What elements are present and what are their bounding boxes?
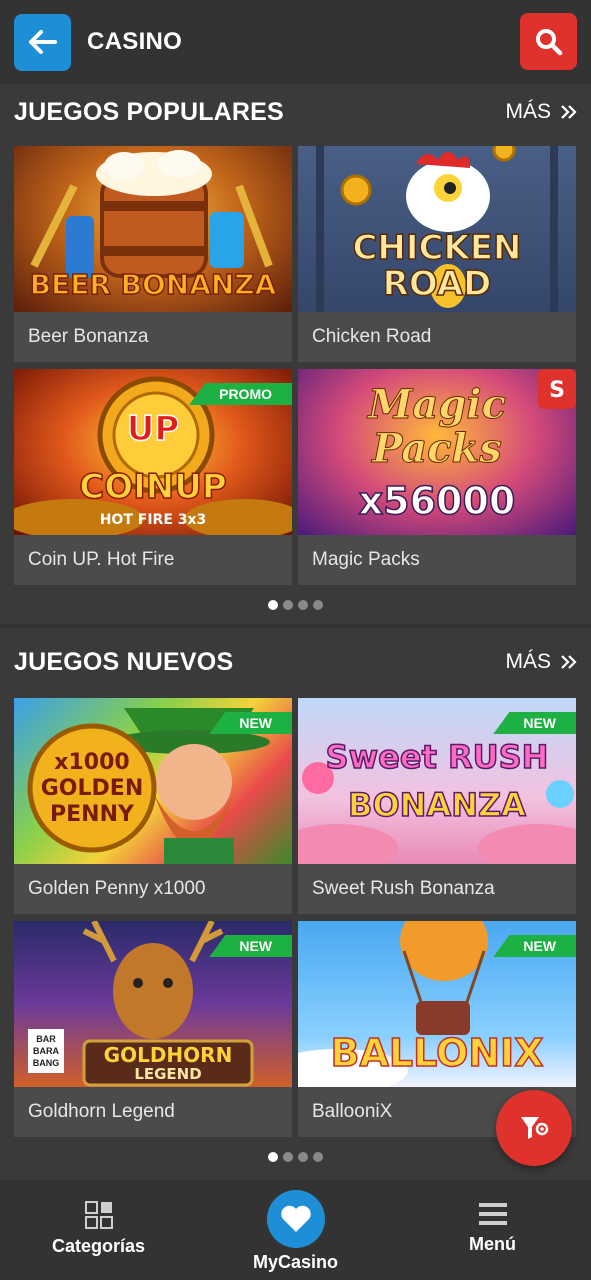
page-dot[interactable] (298, 1152, 308, 1162)
game-logo-subtext: LEGEND (134, 1065, 202, 1083)
app-header: CASINO (0, 0, 591, 84)
game-thumbnail: BAR BARA BANG GOLDHORN LEGEND NEW (14, 921, 292, 1087)
game-thumbnail: UP COINUP HOT FIRE 3x3 PROMO (14, 369, 292, 535)
game-card-goldhorn-legend[interactable]: BAR BARA BANG GOLDHORN LEGEND NEW Goldhorn… (14, 921, 292, 1137)
game-thumbnail: x1000 GOLDEN PENNY NEW (14, 698, 292, 864)
game-name: Sweet Rush Bonanza (312, 878, 495, 899)
game-logo-subtext: HOT FIRE 3x3 (99, 512, 207, 528)
heart-button (266, 1190, 325, 1248)
double-chevron-right-icon (561, 105, 577, 119)
section-title: JUEGOS NUEVOS (14, 647, 234, 676)
game-card-beer-bonanza[interactable]: BEER BONANZA Beer Bonanza (14, 146, 292, 362)
popular-pagination (0, 600, 591, 610)
page-dot[interactable] (268, 1152, 278, 1162)
game-logo-text: COINUP (79, 466, 228, 508)
game-name: BallooniX (312, 1101, 393, 1122)
search-icon (535, 28, 562, 55)
heart-icon (280, 1205, 311, 1232)
game-logo-text: CHICKEN ROAD (352, 228, 523, 304)
page-dot[interactable] (313, 1152, 323, 1162)
game-thumbnail: BEER BONANZA (14, 146, 292, 312)
section-title: JUEGOS POPULARES (14, 97, 284, 126)
game-name: Magic Packs (312, 549, 420, 570)
game-card-magic-packs[interactable]: S Magic Packs x56000 Magic Packs (298, 369, 576, 585)
page-dot[interactable] (313, 600, 323, 610)
new-games-section: JUEGOS NUEVOS MÁS x1000 GOLDEN PENNY NEW… (0, 628, 591, 1178)
game-thumbnail: Sweet RUSH BONANZA NEW (298, 698, 576, 864)
more-new-link[interactable]: MÁS (505, 650, 577, 674)
game-logo-subtext: BONANZA (347, 785, 526, 825)
page-dot[interactable] (283, 600, 293, 610)
game-thumbnail: BALLONIX NEW (298, 921, 576, 1087)
game-logo-text: Sweet RUSH (325, 737, 549, 777)
game-name: Chicken Road (312, 326, 432, 347)
game-card-chicken-road[interactable]: CHICKEN ROAD Chicken Road (298, 146, 576, 362)
game-card-golden-penny[interactable]: x1000 GOLDEN PENNY NEW Golden Penny x100… (14, 698, 292, 914)
promo-badge: PROMO (189, 383, 292, 405)
back-button[interactable] (14, 13, 71, 71)
grid-icon (84, 1201, 113, 1229)
filter-fab-button[interactable] (496, 1090, 572, 1166)
game-logo-text: BALLONIX (330, 1030, 545, 1076)
game-thumbnail: S Magic Packs x56000 (298, 369, 576, 535)
more-label: MÁS (505, 650, 551, 673)
game-card-coin-up[interactable]: UP COINUP HOT FIRE 3x3 PROMO Coin UP. Ho… (14, 369, 292, 585)
game-name: Goldhorn Legend (28, 1101, 175, 1122)
game-logo-text: x1000 GOLDEN PENNY (40, 750, 144, 827)
game-logo-text: Magic Packs (368, 381, 507, 472)
provider-logo: BAR BARA BANG (32, 1034, 60, 1068)
nav-label: MyCasino (252, 1252, 339, 1272)
filter-settings-icon (521, 1117, 549, 1139)
page-dot[interactable] (283, 1152, 293, 1162)
nav-mycasino[interactable]: MyCasino (197, 1180, 394, 1280)
hamburger-menu-icon (478, 1203, 507, 1225)
game-logo-text: GOLDHORN (103, 1043, 233, 1067)
game-logo-subtext: x56000 (358, 478, 516, 524)
search-button[interactable] (520, 13, 577, 70)
page-title: CASINO (87, 28, 183, 55)
new-pagination (0, 1152, 591, 1162)
game-name: Beer Bonanza (28, 326, 149, 347)
game-name: Golden Penny x1000 (28, 878, 206, 899)
page-dot[interactable] (268, 600, 278, 610)
double-chevron-right-icon (561, 655, 577, 669)
arrow-left-icon (28, 30, 57, 54)
bottom-navigation: Categorías MyCasino Menú (0, 1180, 591, 1280)
nav-categories[interactable]: Categorías (0, 1180, 197, 1280)
nav-label: Menú (469, 1234, 516, 1254)
game-name: Coin UP. Hot Fire (28, 549, 175, 570)
game-card-sweet-rush-bonanza[interactable]: Sweet RUSH BONANZA NEW Sweet Rush Bonanz… (298, 698, 576, 914)
page-dot[interactable] (298, 600, 308, 610)
more-popular-link[interactable]: MÁS (505, 100, 577, 124)
more-label: MÁS (505, 100, 551, 123)
nav-menu[interactable]: Menú (394, 1180, 591, 1280)
game-logo-text: BEER BONANZA (29, 267, 277, 302)
nav-label: Categorías (51, 1236, 146, 1256)
game-thumbnail: CHICKEN ROAD (298, 146, 576, 312)
popular-games-section: JUEGOS POPULARES MÁS BEER BONANZA Beer B… (0, 84, 591, 624)
